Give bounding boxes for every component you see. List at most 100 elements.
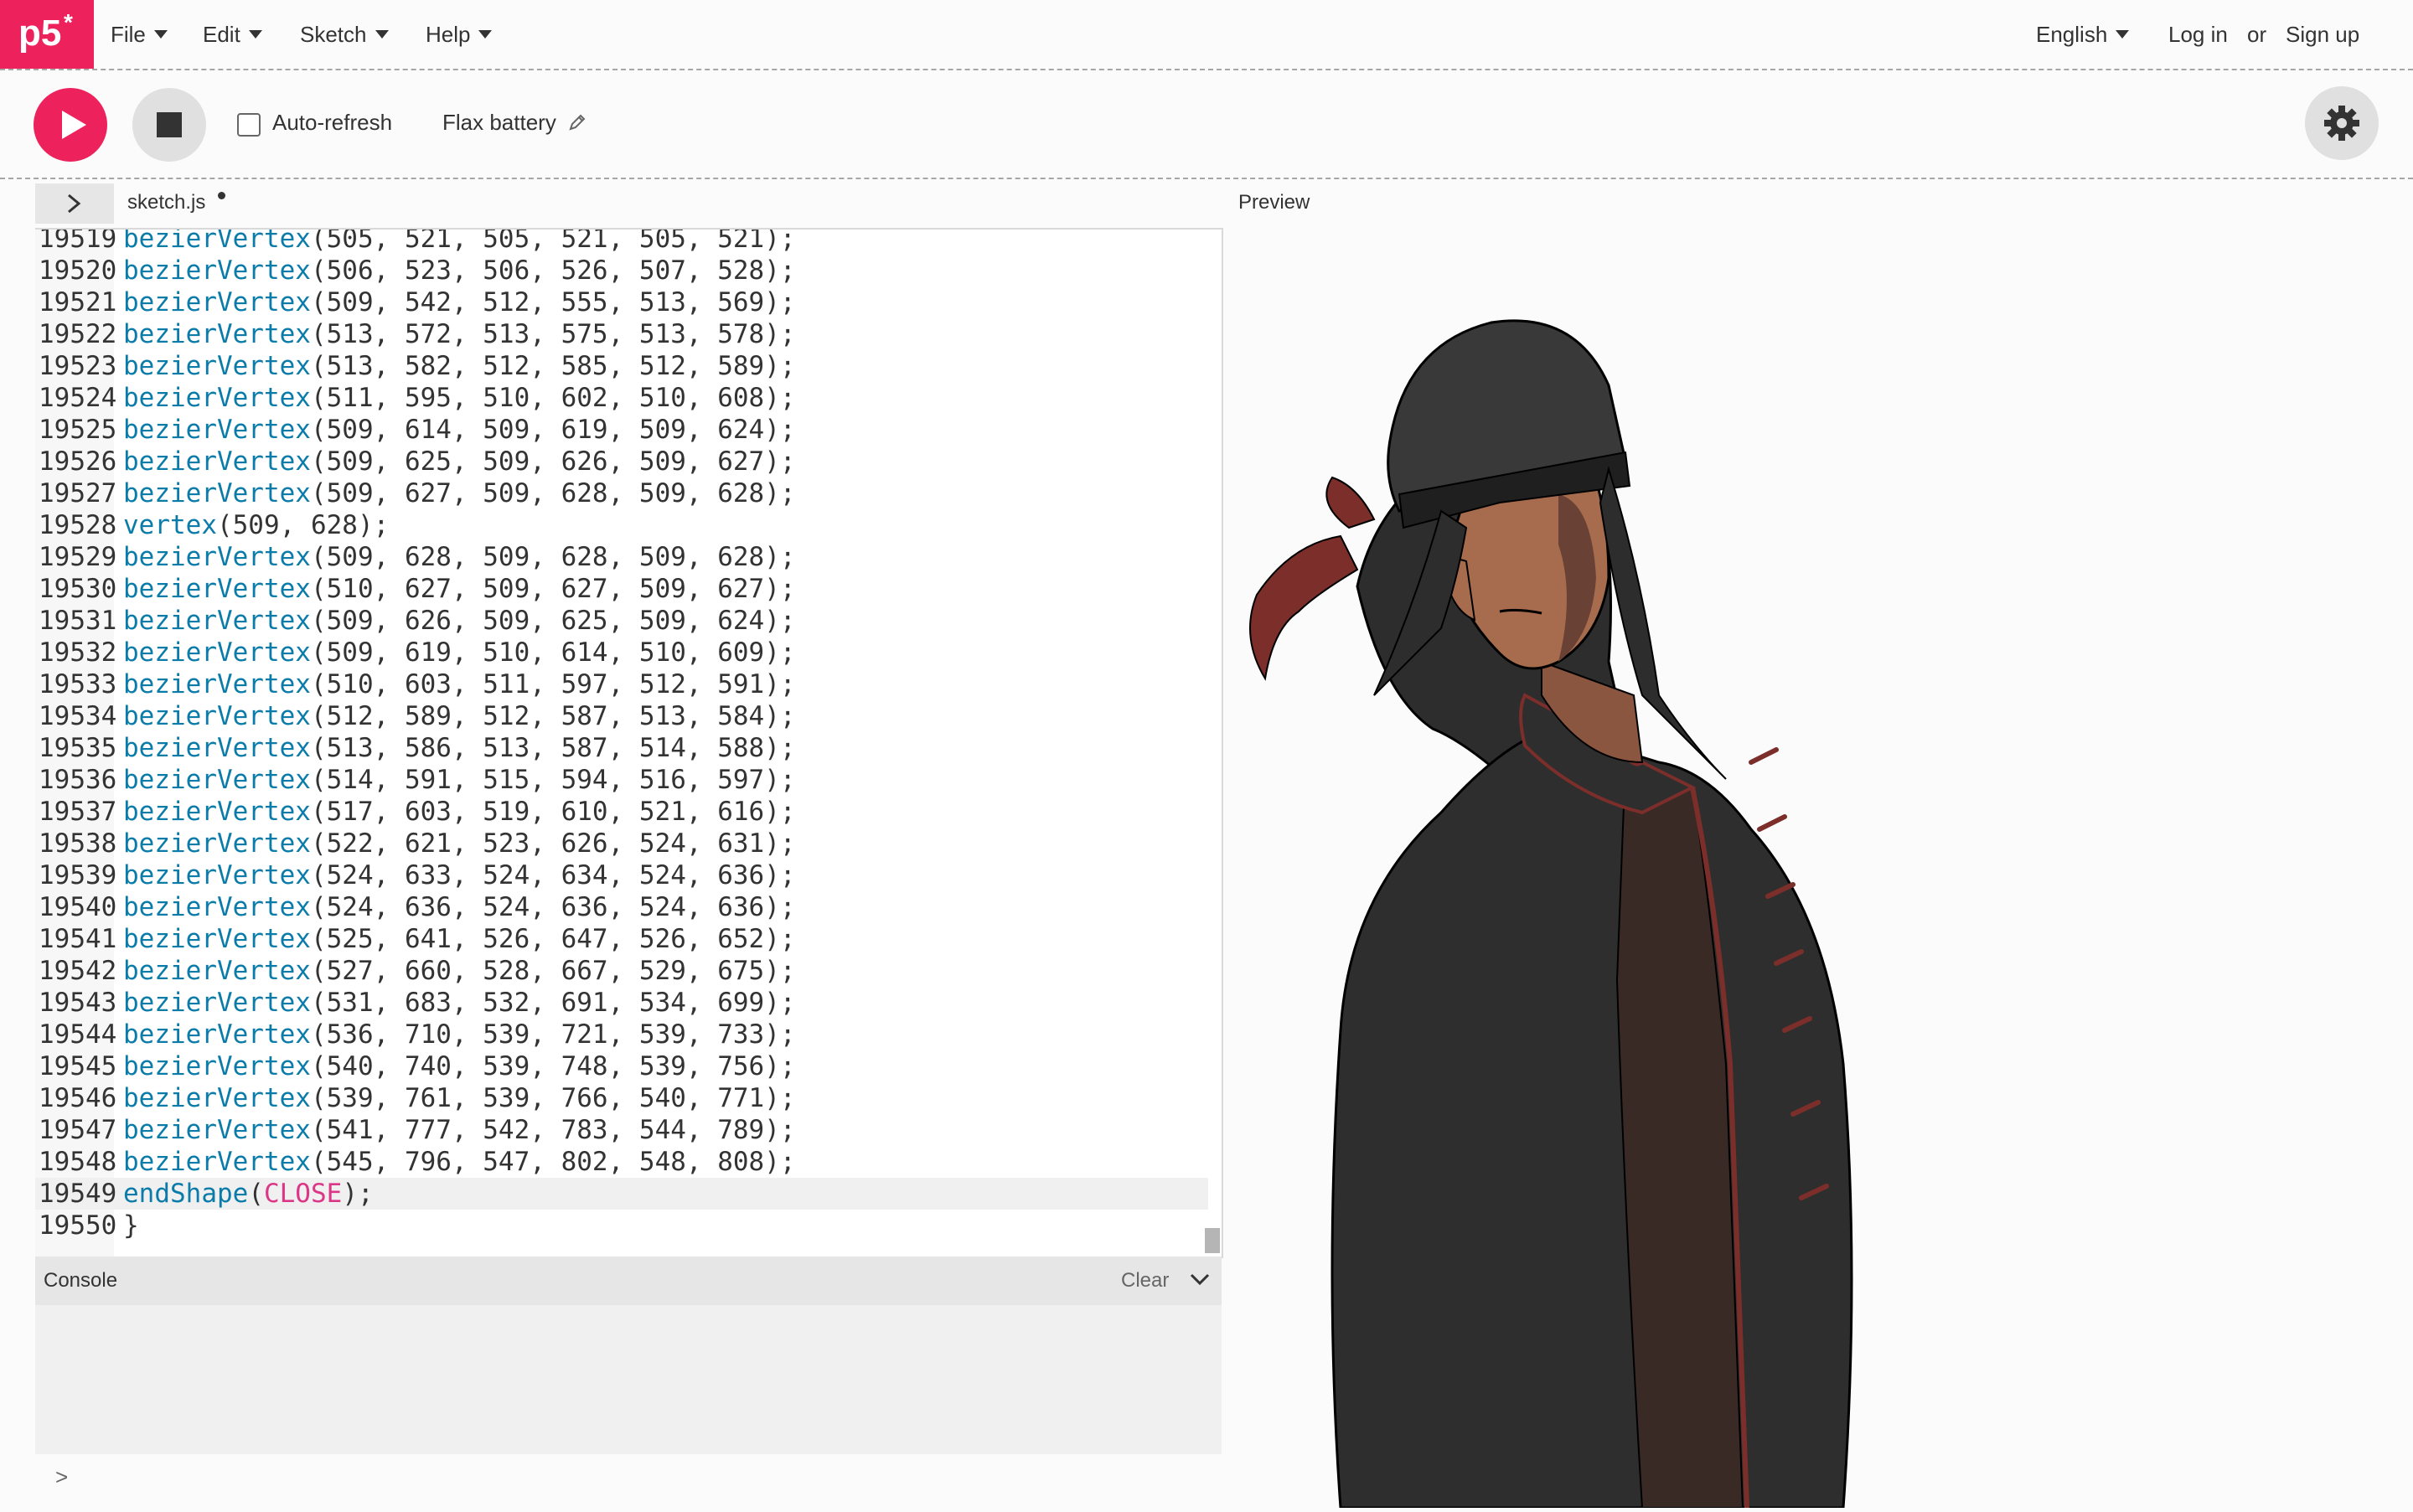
- code-line[interactable]: 19538 bezierVertex(522, 621, 523, 626, 52…: [35, 828, 1208, 859]
- preview-title: Preview: [1238, 191, 1310, 214]
- code-line[interactable]: 19522 bezierVertex(513, 572, 513, 575, 51…: [35, 318, 1208, 350]
- stop-button[interactable]: [132, 88, 206, 162]
- code-line[interactable]: 19540 bezierVertex(524, 636, 524, 636, 52…: [35, 891, 1208, 923]
- code-function: bezierVertex: [123, 1019, 311, 1050]
- code-line[interactable]: 19545 bezierVertex(540, 740, 539, 748, 53…: [35, 1050, 1208, 1082]
- line-number: 19549: [39, 1179, 117, 1209]
- code-token: (527, 660, 528, 667, 529, 675);: [310, 956, 796, 986]
- console-input[interactable]: [35, 1454, 1222, 1508]
- code-line[interactable]: 19548 bezierVertex(545, 796, 547, 802, 54…: [35, 1146, 1208, 1178]
- signup-link[interactable]: Sign up: [2286, 0, 2359, 69]
- code-line[interactable]: 19546 bezierVertex(539, 761, 539, 766, 54…: [35, 1082, 1208, 1114]
- code-token: (510, 627, 509, 627, 509, 627);: [310, 574, 796, 604]
- code-line[interactable]: 19520 bezierVertex(506, 523, 506, 526, 50…: [35, 255, 1208, 286]
- code-line[interactable]: 19524 bezierVertex(511, 595, 510, 602, 51…: [35, 382, 1208, 414]
- code-token: (511, 595, 510, 602, 510, 608);: [310, 383, 796, 413]
- sketch-name[interactable]: Flax battery: [442, 110, 556, 136]
- menu-edit[interactable]: Edit: [203, 0, 262, 69]
- code-function: bezierVertex: [123, 542, 311, 572]
- console-header[interactable]: [35, 1257, 1222, 1305]
- code-line[interactable]: 19531 bezierVertex(509, 626, 509, 625, 50…: [35, 605, 1208, 637]
- code-text: bezierVertex(527, 660, 528, 667, 529, 67…: [123, 955, 796, 987]
- code-token: (509, 628);: [216, 510, 390, 540]
- console-clear-button[interactable]: Clear: [1121, 1269, 1169, 1293]
- code-function: bezierVertex: [123, 956, 311, 986]
- code-line[interactable]: 19547 bezierVertex(541, 777, 542, 783, 54…: [35, 1114, 1208, 1146]
- code-function: bezierVertex: [123, 765, 311, 795]
- code-line[interactable]: 19532 bezierVertex(509, 619, 510, 614, 51…: [35, 637, 1208, 668]
- code-token: (540, 740, 539, 748, 539, 756);: [310, 1051, 796, 1081]
- code-line[interactable]: 19549 endShape(CLOSE);: [35, 1178, 1208, 1210]
- code-text: bezierVertex(509, 628, 509, 628, 509, 62…: [123, 541, 796, 573]
- console-output: [35, 1305, 1222, 1454]
- chevron-right-icon: [68, 194, 81, 214]
- chevron-down-icon[interactable]: [1188, 1268, 1212, 1296]
- code-text: bezierVertex(541, 777, 542, 783, 544, 78…: [123, 1114, 796, 1146]
- play-button[interactable]: [34, 88, 107, 162]
- or-label: or: [2247, 21, 2267, 47]
- pencil-icon[interactable]: [568, 113, 586, 136]
- code-line[interactable]: 19523 bezierVertex(513, 582, 512, 585, 51…: [35, 350, 1208, 382]
- code-line[interactable]: 19530 bezierVertex(510, 627, 509, 627, 50…: [35, 573, 1208, 605]
- code-token: (513, 582, 512, 585, 512, 589);: [310, 351, 796, 381]
- code-line[interactable]: 19543 bezierVertex(531, 683, 532, 691, 53…: [35, 987, 1208, 1019]
- code-token: (509, 625, 509, 626, 509, 627);: [310, 446, 796, 477]
- code-token: (512, 589, 512, 587, 513, 584);: [310, 701, 796, 731]
- code-text: bezierVertex(510, 627, 509, 627, 509, 62…: [123, 573, 796, 605]
- code-line[interactable]: 19521 bezierVertex(509, 542, 512, 555, 51…: [35, 286, 1208, 318]
- code-line[interactable]: 19542 bezierVertex(527, 660, 528, 667, 52…: [35, 955, 1208, 987]
- code-token: );: [342, 1179, 374, 1209]
- stop-icon: [157, 112, 182, 137]
- autorefresh-checkbox[interactable]: [237, 113, 261, 137]
- menu-file[interactable]: File: [111, 0, 168, 69]
- code-line[interactable]: 19526 bezierVertex(509, 625, 509, 626, 50…: [35, 446, 1208, 477]
- line-number: 19550: [39, 1210, 117, 1241]
- coat: [1331, 727, 1853, 1509]
- code-function: vertex: [123, 510, 217, 540]
- signup-label: Sign up: [2286, 21, 2360, 47]
- code-line[interactable]: 19534 bezierVertex(512, 589, 512, 587, 51…: [35, 700, 1208, 732]
- code-line[interactable]: 19528 vertex(509, 628);: [35, 509, 1208, 541]
- code-line[interactable]: 19519 bezierVertex(505, 521, 505, 521, 50…: [35, 228, 1208, 255]
- code-line[interactable]: 19533 bezierVertex(510, 603, 511, 597, 51…: [35, 668, 1208, 700]
- code-line[interactable]: 19536 bezierVertex(514, 591, 515, 594, 51…: [35, 764, 1208, 796]
- code-function: bezierVertex: [123, 606, 311, 636]
- bandana-tail: [1249, 534, 1359, 681]
- code-function: bezierVertex: [123, 988, 311, 1018]
- code-line[interactable]: 19544 bezierVertex(536, 710, 539, 721, 53…: [35, 1019, 1208, 1050]
- login-link[interactable]: Log in: [2168, 0, 2228, 69]
- code-text: bezierVertex(505, 521, 505, 521, 505, 52…: [123, 228, 796, 255]
- code-text: bezierVertex(511, 595, 510, 602, 510, 60…: [123, 382, 796, 414]
- autorefresh-label[interactable]: Auto-refresh: [272, 110, 392, 136]
- menu-help[interactable]: Help: [426, 0, 493, 69]
- code-token: (513, 572, 513, 575, 513, 578);: [310, 319, 796, 349]
- file-tab[interactable]: sketch.js: [127, 191, 205, 214]
- code-token: (524, 633, 524, 634, 524, 636);: [310, 860, 796, 890]
- code-text: bezierVertex(517, 603, 519, 610, 521, 61…: [123, 796, 796, 828]
- settings-button[interactable]: [2305, 86, 2379, 160]
- code-editor[interactable]: 19519 bezierVertex(505, 521, 505, 521, 50…: [35, 228, 1223, 1258]
- code-function: bezierVertex: [123, 255, 311, 286]
- code-line[interactable]: 19539 bezierVertex(524, 633, 524, 634, 52…: [35, 859, 1208, 891]
- code-line[interactable]: 19529 bezierVertex(509, 628, 509, 628, 50…: [35, 541, 1208, 573]
- svg-text:p5: p5: [18, 13, 61, 54]
- line-number: 19526: [39, 446, 117, 477]
- code-line[interactable]: 19537 bezierVertex(517, 603, 519, 610, 52…: [35, 796, 1208, 828]
- code-line[interactable]: 19550}: [35, 1210, 1208, 1241]
- code-text: bezierVertex(513, 572, 513, 575, 513, 57…: [123, 318, 796, 350]
- menu-sketch[interactable]: Sketch: [300, 0, 389, 69]
- code-line[interactable]: 19527 bezierVertex(509, 627, 509, 628, 50…: [35, 477, 1208, 509]
- p5-logo[interactable]: p5 *: [0, 0, 94, 69]
- editor-scrollbar[interactable]: [1205, 1228, 1220, 1253]
- sidebar-toggle-button[interactable]: [35, 183, 114, 224]
- code-line[interactable]: 19525 bezierVertex(509, 614, 509, 619, 50…: [35, 414, 1208, 446]
- language-select[interactable]: English: [2036, 0, 2130, 69]
- code-function: bezierVertex: [123, 351, 311, 381]
- code-line[interactable]: 19541 bezierVertex(525, 641, 526, 647, 52…: [35, 923, 1208, 955]
- code-line[interactable]: 19535 bezierVertex(513, 586, 513, 587, 51…: [35, 732, 1208, 764]
- code-function: bezierVertex: [123, 228, 311, 254]
- line-number: 19521: [39, 287, 117, 317]
- code-token: (: [248, 1179, 264, 1209]
- code-text: bezierVertex(514, 591, 515, 594, 516, 59…: [123, 764, 796, 796]
- code-token: (545, 796, 547, 802, 548, 808);: [310, 1147, 796, 1177]
